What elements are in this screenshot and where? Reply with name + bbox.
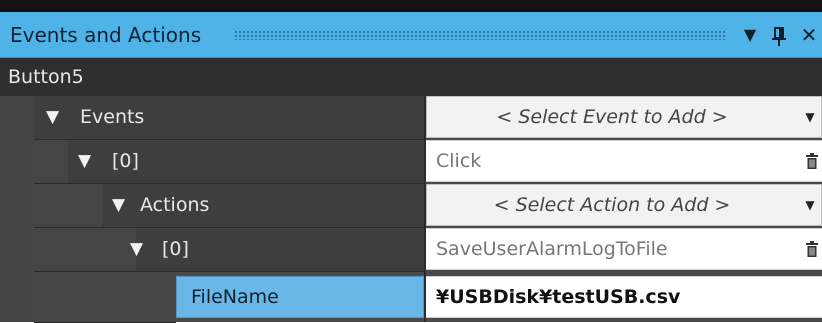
property-row-event-0[interactable]: ▼ [0] Click [0,140,822,184]
event-value: Click [436,150,482,172]
select-event-dropdown[interactable]: < Select Event to Add > ▼ [426,96,822,138]
property-row-actions[interactable]: ▼ Actions < Select Action to Add > ▼ [0,184,822,228]
select-action-dropdown[interactable]: < Select Action to Add > ▼ [426,184,822,226]
panel-title-bar[interactable]: Events and Actions ▼ ✕ [0,12,822,58]
object-name-bar: Button5 [0,58,822,96]
selected-property-label[interactable]: FileName [176,276,424,318]
property-row-events[interactable]: ▼ Events < Select Event to Add > ▼ [0,96,822,140]
chevron-down-icon[interactable]: ▼ [799,185,821,225]
row-label: Actions [140,194,210,216]
property-row-action-0[interactable]: ▼ [0] SaveUserAlarmLogToFile [0,228,822,272]
expand-arrow-icon[interactable]: ▼ [78,140,91,183]
property-row-filename[interactable]: FileName ¥USBDisk¥testUSB.csv [0,272,822,323]
dropdown-placeholder: < Select Action to Add > [493,194,731,216]
pin-icon[interactable] [766,12,792,58]
expand-arrow-icon[interactable]: ▼ [46,96,59,139]
row-indent [34,228,136,272]
filename-input[interactable]: ¥USBDisk¥testUSB.csv [426,276,822,318]
filename-value: ¥USBDisk¥testUSB.csv [436,286,681,308]
action-value: SaveUserAlarmLogToFile [436,238,668,260]
event-value-field[interactable]: Click [426,140,822,182]
row-indent [34,272,176,323]
trash-icon[interactable] [806,241,818,257]
expand-arrow-icon[interactable]: ▼ [130,228,143,271]
trash-icon[interactable] [806,153,818,169]
object-name: Button5 [8,66,84,88]
chevron-down-icon[interactable]: ▼ [799,97,821,137]
expand-arrow-icon[interactable]: ▼ [112,184,125,227]
row-label: [0] [112,150,139,172]
action-value-field[interactable]: SaveUserAlarmLogToFile [426,228,822,270]
row-label: [0] [162,238,189,260]
column-separator[interactable] [424,96,426,322]
row-indent [34,184,102,228]
top-edge [0,0,822,12]
title-grip[interactable] [234,30,726,40]
caret-down-icon[interactable]: ▼ [738,12,762,58]
row-label: FileName [191,286,279,308]
events-actions-panel: Events and Actions ▼ ✕ Button5 ▼ Events … [0,0,822,323]
panel-title: Events and Actions [10,23,202,47]
close-icon[interactable]: ✕ [796,12,822,58]
dropdown-placeholder: < Select Event to Add > [496,106,728,128]
property-grid: ▼ Events < Select Event to Add > ▼ ▼ [0]… [0,96,822,323]
row-indent [34,140,68,184]
row-label: Events [80,106,145,128]
